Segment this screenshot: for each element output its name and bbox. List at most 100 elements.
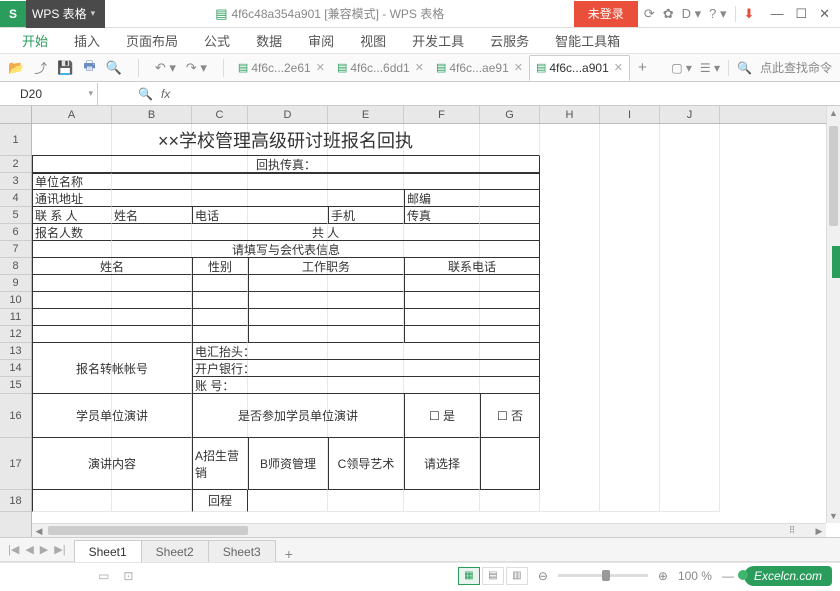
cell[interactable] [404,275,540,292]
sync-icon[interactable]: ⟳ [644,6,655,22]
menu-layout[interactable]: 页面布局 [126,31,178,50]
cell[interactable]: 报名转帐帐号 [32,343,192,394]
search-hint[interactable]: 点此查找命令 [760,59,832,76]
row-header-18[interactable]: 18 [0,490,31,512]
cell[interactable]: 请选择 [404,438,480,490]
row-header-7[interactable]: 7 [0,241,31,258]
col-header-F[interactable]: F [404,106,480,123]
doc-tab-4[interactable]: ▤4f6c...a901✕ [529,55,630,81]
spreadsheet-grid[interactable]: ABCDEFGHIJ 123456789101112131415161718 ×… [0,106,840,538]
redo-icon[interactable]: ↷ ▾ [186,60,207,76]
cell[interactable] [480,438,540,490]
scroll-down-icon[interactable]: ▼ [827,511,840,521]
cell[interactable]: 手机 [328,207,404,224]
col-header-A[interactable]: A [32,106,112,123]
close-icon[interactable]: ✕ [614,61,623,74]
name-box[interactable]: D20 ▾ [0,83,98,105]
cell[interactable]: 报名人数 [32,224,112,241]
row-header-6[interactable]: 6 [0,224,31,241]
view-break-button[interactable]: ▥ [506,567,528,585]
close-icon[interactable]: ✕ [415,61,424,74]
menu-data[interactable]: 数据 [256,31,282,50]
scroll-thumb[interactable] [829,126,838,226]
login-button[interactable]: 未登录 [574,1,638,27]
cell[interactable]: 共 人 [112,224,540,241]
row-header-14[interactable]: 14 [0,360,31,377]
cell[interactable]: ××学校管理高级研讨班报名回执 [32,124,540,156]
cell[interactable] [480,190,540,207]
cell[interactable]: 回程 [192,490,248,512]
cell[interactable]: 请填写与会代表信息 [32,241,540,258]
doc-tab-1[interactable]: ▤4f6c...2e61✕ [232,55,331,81]
row-header-16[interactable]: 16 [0,394,31,438]
cell[interactable] [404,326,540,343]
horizontal-scrollbar[interactable]: ◀ ⠿ ▶ [32,523,826,537]
sheet-tab-3[interactable]: Sheet3 [208,540,276,562]
fx-label[interactable]: fx [161,87,170,101]
row-header-1[interactable]: 1 [0,124,31,156]
row-header-5[interactable]: 5 [0,207,31,224]
cell[interactable] [600,124,660,512]
cell[interactable]: 账 号： [192,377,540,394]
row-header-13[interactable]: 13 [0,343,31,360]
cell[interactable]: 回执传真： [32,156,540,173]
list-icon[interactable]: ☰ ▾ [700,61,720,75]
zoom-in-button[interactable]: ⊕ [658,569,668,583]
save-icon[interactable]: 💾 [57,60,73,76]
cell[interactable] [404,292,540,309]
doc-tab-3[interactable]: ▤4f6c...ae91✕ [430,55,529,81]
row-header-17[interactable]: 17 [0,438,31,490]
scroll-up-icon[interactable]: ▲ [827,108,840,118]
cell[interactable]: 开户银行： [192,360,540,377]
col-header-H[interactable]: H [540,106,600,123]
cell[interactable] [32,309,192,326]
row-header-10[interactable]: 10 [0,292,31,309]
cell[interactable] [32,326,192,343]
zoom-reset-button[interactable]: — [722,569,734,583]
menu-smart[interactable]: 智能工具箱 [555,31,620,50]
menu-view[interactable]: 视图 [360,31,386,50]
gear-icon[interactable]: ✿ [663,6,674,22]
sheet-prev-icon[interactable]: ◀ [25,543,33,556]
cell[interactable] [192,275,248,292]
cell[interactable] [112,190,404,207]
sheet-tab-2[interactable]: Sheet2 [141,540,209,562]
column-headers[interactable]: ABCDEFGHIJ [32,106,826,124]
cell[interactable] [404,309,540,326]
preview-icon[interactable]: 🔍 [106,60,122,76]
help-icon[interactable]: ? ▾ [709,6,726,22]
print-icon[interactable]: 🖶 [83,57,95,79]
col-header-B[interactable]: B [112,106,192,123]
scroll-thumb[interactable] [48,526,248,535]
select-all-corner[interactable] [0,106,32,124]
row-header-9[interactable]: 9 [0,275,31,292]
search-icon[interactable]: 🔍 [737,61,752,75]
cell[interactable] [540,124,600,512]
cell[interactable]: ☐ 是 [404,394,480,438]
scroll-right-icon[interactable]: ▶ [812,524,826,537]
row-header-12[interactable]: 12 [0,326,31,343]
row-header-11[interactable]: 11 [0,309,31,326]
close-icon[interactable]: ✕ [514,61,523,74]
add-sheet-button[interactable]: + [275,546,303,562]
cells-area[interactable]: ××学校管理高级研讨班报名回执回执传真：单位名称通讯地址邮编联 系 人姓名电话手… [32,124,826,523]
col-header-G[interactable]: G [480,106,540,123]
cell[interactable]: B师资管理 [248,438,328,490]
close-button[interactable]: ✕ [819,6,830,22]
cell[interactable]: 工作职务 [248,258,404,275]
row-headers[interactable]: 123456789101112131415161718 [0,124,32,537]
col-header-J[interactable]: J [660,106,720,123]
skin-icon[interactable]: D ▾ [682,6,702,22]
sheet-last-icon[interactable]: ▶| [54,543,65,556]
box-icon[interactable]: ▢ ▾ [671,61,692,75]
export-icon[interactable]: ⤴ [34,58,47,77]
app-name[interactable]: WPS 表格▾ [26,0,105,28]
cell[interactable]: ☐ 否 [480,394,540,438]
doc-tab-2[interactable]: ▤4f6c...6dd1✕ [331,55,430,81]
view-normal-button[interactable]: ▦ [458,567,480,585]
cell[interactable] [32,292,192,309]
open-icon[interactable]: 📂 [8,60,24,76]
col-header-C[interactable]: C [192,106,248,123]
cell[interactable] [248,326,404,343]
cell[interactable]: 传真 [404,207,480,224]
